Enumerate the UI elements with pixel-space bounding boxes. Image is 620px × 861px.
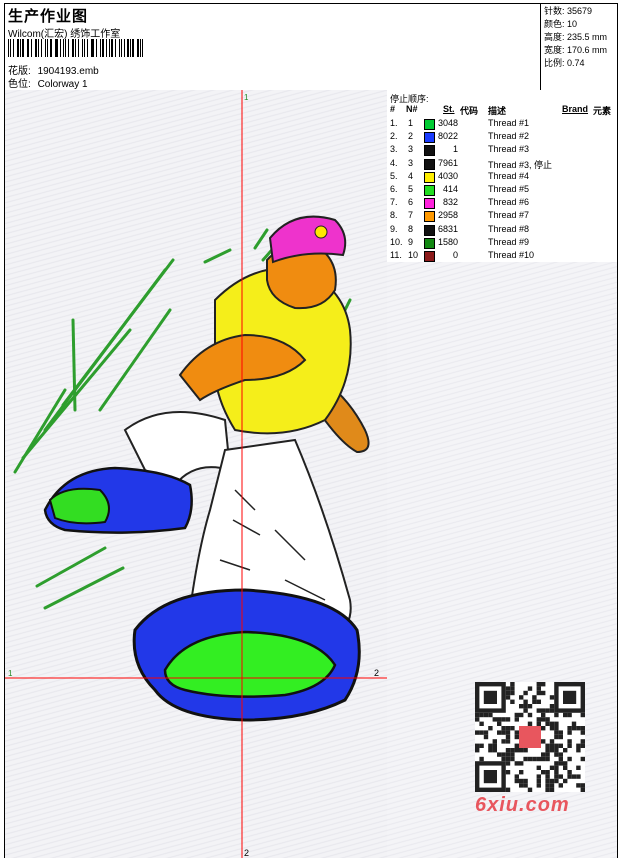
thread-color-swatch (424, 119, 435, 130)
thread-description: Thread #4 (488, 170, 530, 181)
thread-order: 7. (390, 197, 398, 208)
stat-colors: 颜色: 10 (544, 19, 578, 29)
thread-code: 2958 (437, 210, 458, 221)
guide-label-right: 2 (374, 668, 379, 678)
thread-row: 2. 2 8022 Thread #2 (390, 131, 614, 144)
thread-order: 10. (390, 236, 403, 247)
thread-order: 6. (390, 184, 398, 194)
embroidery-artwork: 1 1 2 2 (5, 90, 387, 858)
stop-sequence-header: # N# St. 代码 描述 Brand 元素 (390, 104, 614, 116)
thread-order: 3. (390, 144, 398, 155)
thread-code: 7961 (437, 157, 458, 168)
thread-order: 8. (390, 210, 398, 221)
qr-code (475, 682, 585, 792)
thread-description: Thread #8 (488, 223, 530, 234)
thread-row: 3. 3 1 Thread #3 (390, 144, 614, 157)
thread-code: 3048 (437, 118, 458, 128)
thread-order: 9. (390, 223, 398, 234)
thread-row: 1. 1 3048 Thread #1 (390, 118, 614, 131)
thread-needle: 4 (408, 170, 414, 181)
thread-row: 5. 4 4030 Thread #4 (390, 171, 614, 184)
col-st: St. (443, 104, 455, 114)
thread-code: 4030 (437, 170, 458, 181)
company-name: Wilcom(汇宏) 绣饰工作室 (8, 29, 121, 40)
stats-panel: 针数: 35679 颜色: 10 高度: 235.5 mm 宽度: 170.6 … (540, 4, 617, 90)
col-n: N# (406, 104, 418, 114)
thread-row: 7. 6 832 Thread #6 (390, 197, 614, 210)
thread-needle: 1 (408, 118, 414, 128)
thread-order: 11. (390, 250, 402, 260)
thread-order: 4. (390, 157, 398, 168)
thread-needle: 7 (408, 210, 414, 221)
thread-code: 832 (442, 197, 458, 208)
thread-description: Thread #1 (488, 118, 530, 128)
thread-description: Thread #3 (488, 144, 530, 155)
barcode (8, 39, 146, 57)
thread-description: Thread #10 (488, 250, 535, 260)
thread-code: 8022 (437, 131, 458, 142)
thread-color-swatch (424, 145, 435, 157)
guide-label-left: 1 (8, 669, 13, 678)
thread-needle: 5 (408, 184, 414, 194)
thread-color-swatch (424, 132, 435, 144)
thread-needle: 9 (408, 236, 414, 247)
guide-label-bottom: 2 (244, 848, 249, 858)
thread-code: 1580 (437, 236, 458, 247)
worksheet-header: 生产作业图 Wilcom(汇宏) 绣饰工作室 花版: 1904193.emb 色… (5, 4, 617, 91)
thread-code: 1 (452, 144, 458, 155)
col-element: 元素 (593, 106, 612, 116)
thread-code: 6831 (437, 223, 458, 234)
colorway-label: 色位: (8, 79, 31, 90)
thread-description: Thread #5 (488, 184, 530, 194)
thread-row: 4. 3 7961 Thread #3, 停止 (390, 158, 614, 171)
thread-needle: 3 (408, 144, 414, 155)
thread-row: 10. 9 1580 Thread #9 (390, 237, 614, 250)
thread-color-swatch (424, 237, 435, 249)
thread-color-swatch (424, 185, 435, 196)
thread-description: Thread #9 (488, 236, 530, 247)
production-worksheet: 生产作业图 Wilcom(汇宏) 绣饰工作室 花版: 1904193.emb 色… (4, 3, 618, 858)
col-code: 代码 (460, 106, 479, 116)
thread-needle: 3 (408, 157, 414, 168)
stat-height: 高度: 235.5 mm (544, 32, 608, 42)
thread-color-swatch (424, 211, 435, 223)
thread-color-swatch (424, 224, 435, 236)
thread-color-swatch (424, 251, 435, 262)
col-desc: 描述 (488, 106, 507, 116)
stat-scale: 比例: 0.74 (544, 58, 585, 68)
thread-code: 414 (442, 184, 458, 194)
thread-color-swatch (424, 198, 435, 210)
thread-color-swatch (424, 158, 435, 170)
guide-label-top: 1 (244, 93, 249, 102)
thread-order: 5. (390, 170, 398, 181)
watermark: 6xiu.com (475, 794, 570, 816)
info-area: 6xiu.com (387, 262, 617, 858)
thread-order: 2. (390, 131, 398, 142)
thread-needle: 6 (408, 197, 414, 208)
col-brand: Brand (562, 104, 589, 114)
design-preview[interactable]: 1 1 2 2 (5, 90, 388, 858)
thread-needle: 10 (408, 250, 419, 260)
colorway-line: 色位: Colorway 1 (8, 75, 88, 90)
page-title: 生产作业图 (8, 8, 89, 25)
thread-description: Thread #6 (488, 197, 530, 208)
colorway-value: Colorway 1 (37, 79, 88, 90)
thread-needle: 8 (408, 223, 414, 234)
stop-sequence-panel: 停止顺序: # N# St. 代码 描述 Brand 元素 1. 1 3048 Thr… (387, 90, 617, 263)
thread-row: 9. 8 6831 Thread #8 (390, 224, 614, 237)
thread-description: Thread #3, 停止 (488, 159, 553, 170)
thread-row: 8. 7 2958 Thread #7 (390, 210, 614, 223)
stat-width: 宽度: 170.6 mm (544, 45, 608, 55)
thread-order: 1. (390, 118, 398, 128)
thread-row: 6. 5 414 Thread #5 (390, 184, 614, 197)
thread-color-swatch (424, 171, 435, 183)
thread-code: 0 (452, 250, 458, 260)
stat-stitches: 针数: 35679 (544, 6, 593, 16)
col-num: # (390, 104, 396, 114)
thread-description: Thread #2 (488, 131, 530, 142)
thread-needle: 2 (408, 131, 414, 142)
thread-description: Thread #7 (488, 210, 530, 221)
